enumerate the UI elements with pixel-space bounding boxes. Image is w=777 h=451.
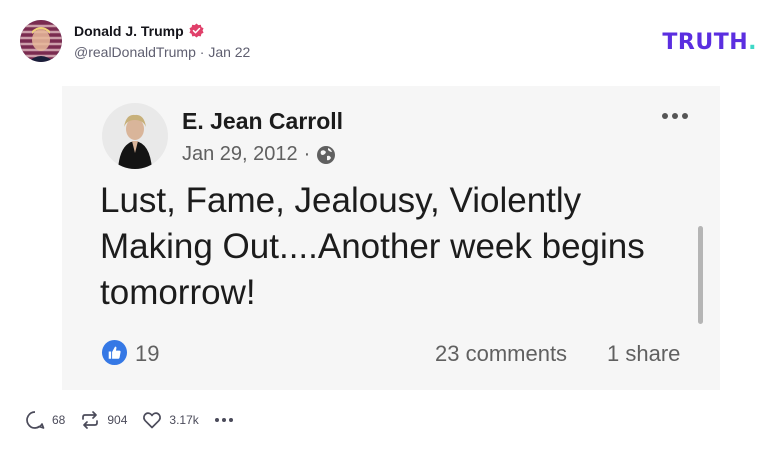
embed-separator: ·: [303, 143, 311, 165]
post-actions: 68 904 3.17k: [24, 409, 249, 431]
embed-comments-count: 23 comments: [435, 341, 568, 366]
more-options-icon: [214, 418, 233, 422]
heart-icon: [143, 412, 162, 429]
embed-post-text: Lust, Fame, Jealousy, Violently Making O…: [100, 181, 645, 312]
reply-button[interactable]: 68: [24, 409, 65, 431]
embed-scrollbar: [698, 226, 703, 324]
like-count: 3.17k: [169, 413, 199, 427]
embed-date: Jan 29, 2012: [182, 143, 298, 165]
retruth-button[interactable]: 904: [79, 409, 127, 431]
author-name[interactable]: Donald J. Trump: [74, 23, 184, 39]
like-button[interactable]: 3.17k: [141, 409, 199, 431]
embed-more-icon: [660, 108, 690, 119]
author-avatar[interactable]: [20, 20, 62, 62]
post-header: Donald J. Trump @realDonaldTrump · Jan 2…: [20, 20, 250, 62]
globe-icon: [316, 145, 336, 165]
logo-dot: .: [748, 30, 757, 55]
embed-like-count: 19: [135, 341, 160, 366]
embedded-post-image[interactable]: E. Jean Carroll Jan 29, 2012 · Lust, Fam…: [62, 86, 720, 390]
logo-text: TRUTH: [662, 30, 749, 55]
embed-avatar: [102, 103, 168, 169]
retruth-icon: [82, 411, 99, 429]
embed-author-name: E. Jean Carroll: [182, 108, 344, 134]
truth-logo[interactable]: TRUTH.: [662, 30, 757, 55]
more-options-button[interactable]: [213, 409, 235, 431]
like-thumb-icon: [101, 339, 128, 366]
retruth-count: 904: [107, 413, 128, 427]
embed-shares-count: 1 share: [607, 341, 681, 366]
verified-badge-icon: [189, 23, 204, 38]
meta-separator: ·: [199, 43, 205, 60]
embed-meta: Jan 29, 2012 ·: [182, 143, 336, 166]
post-date[interactable]: Jan 22: [208, 44, 250, 60]
author-handle[interactable]: @realDonaldTrump: [74, 44, 196, 60]
reply-count: 68: [52, 413, 66, 427]
reply-icon: [26, 411, 45, 429]
